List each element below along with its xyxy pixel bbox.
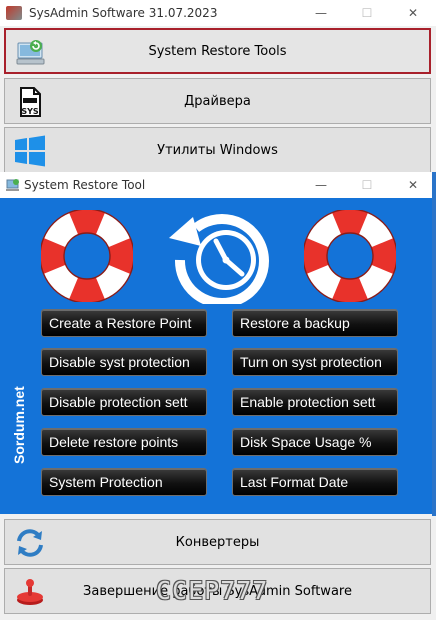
window-border [432, 172, 436, 516]
restore-tool-panel: Sordum.net Create a Restore Point Restor… [0, 198, 432, 514]
restore-tool-icon [6, 179, 19, 191]
disable-protection-settings-button[interactable]: Disable protection sett [41, 388, 207, 416]
menu-drivers[interactable]: SYS Драйвера [4, 78, 431, 124]
inner-titlebar: System Restore Tool — ☐ ✕ [0, 172, 436, 198]
outer-titlebar: SysAdmin Software 31.07.2023 — ☐ ✕ [0, 0, 436, 26]
inner-window-title: System Restore Tool [24, 178, 146, 192]
menu-converters[interactable]: Конвертеры [4, 519, 431, 565]
minimize-button[interactable]: — [298, 172, 344, 198]
create-restore-point-button[interactable]: Create a Restore Point [41, 309, 207, 337]
enable-protection-settings-button[interactable]: Enable protection sett [232, 388, 398, 416]
windows-logo-icon [15, 135, 45, 167]
refresh-arrows-icon [17, 529, 43, 557]
menu-system-restore-tools[interactable]: System Restore Tools [4, 28, 431, 74]
menu-label: Драйвера [184, 93, 251, 109]
disk-space-usage-button[interactable]: Disk Space Usage % [232, 428, 398, 456]
disable-system-protection-button[interactable]: Disable syst protection [41, 348, 207, 376]
restore-backup-button[interactable]: Restore a backup [232, 309, 398, 337]
menu-label: Утилиты Windows [157, 142, 278, 158]
close-button[interactable]: ✕ [390, 0, 436, 26]
sordum-label: Sordum.net [11, 386, 27, 464]
app-icon [6, 6, 22, 20]
menu-exit-sysadmin[interactable]: Завершение работы SysAdmin Software [4, 568, 431, 614]
maximize-button[interactable]: ☐ [344, 172, 390, 198]
delete-restore-points-button[interactable]: Delete restore points [41, 428, 207, 456]
lifebuoy-icon [41, 210, 133, 302]
close-button[interactable]: ✕ [390, 172, 436, 198]
svg-text:SYS: SYS [21, 107, 39, 116]
turn-on-system-protection-button[interactable]: Turn on syst protection [232, 348, 398, 376]
power-off-icon [17, 579, 43, 605]
restore-clock-icon [169, 214, 269, 304]
lifebuoy-icon [304, 210, 396, 302]
menu-label: System Restore Tools [148, 43, 287, 59]
maximize-button[interactable]: ☐ [344, 0, 390, 26]
outer-window-title: SysAdmin Software 31.07.2023 [29, 6, 218, 20]
sys-file-icon: SYS [20, 87, 41, 117]
outer-window-controls: — ☐ ✕ [298, 0, 436, 26]
system-protection-button[interactable]: System Protection [41, 468, 207, 496]
last-format-date-button[interactable]: Last Format Date [232, 468, 398, 496]
menu-label: Конвертеры [175, 534, 260, 550]
inner-window-controls: — ☐ ✕ [298, 172, 436, 198]
computer-restore-icon [16, 40, 45, 65]
menu-windows-utilities[interactable]: Утилиты Windows [4, 127, 431, 173]
menu-label: Завершение работы SysAdmin Software [83, 583, 352, 599]
minimize-button[interactable]: — [298, 0, 344, 26]
